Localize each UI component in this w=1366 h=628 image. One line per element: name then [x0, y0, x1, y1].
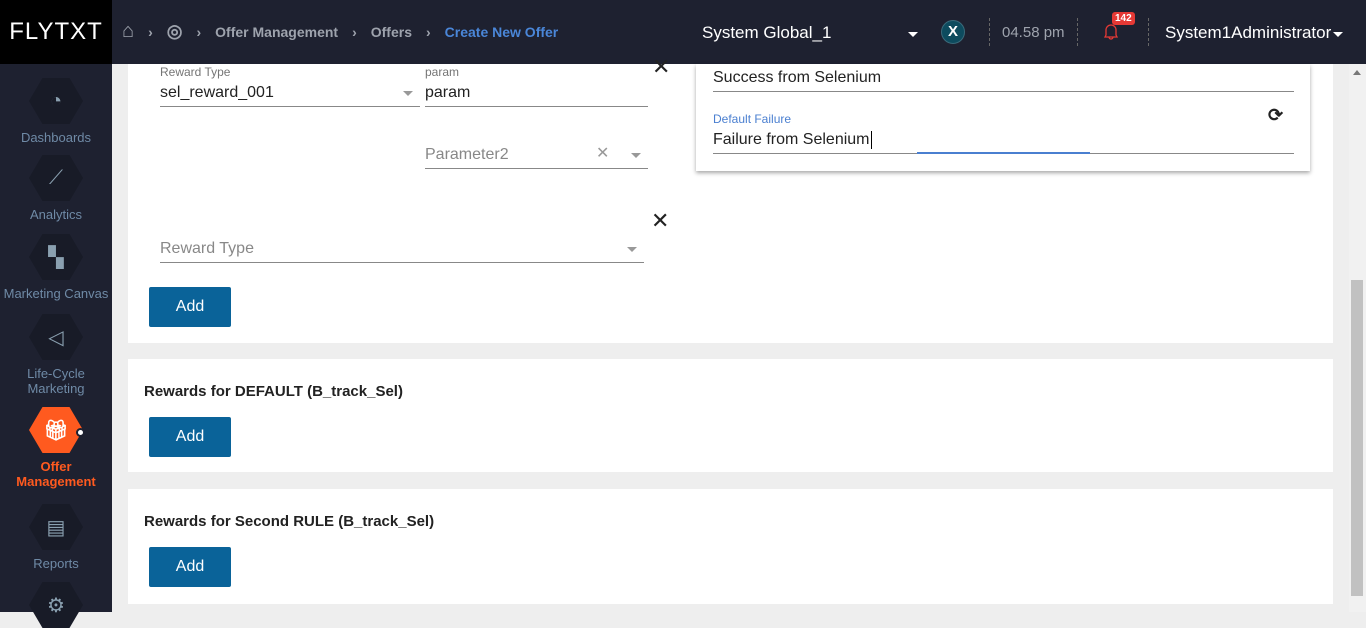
sidebar-item-dashboards[interactable]: ◔ Dashboards — [0, 78, 112, 145]
sidebar-item-label: Life-Cycle Marketing — [27, 366, 85, 396]
scroll-up-icon[interactable] — [1353, 70, 1361, 75]
sidebar-item-label: Marketing Canvas — [3, 286, 109, 301]
underline — [425, 168, 648, 169]
close-icon[interactable]: ✕ — [651, 210, 669, 232]
system-selector[interactable]: System Global_1 — [702, 23, 831, 43]
top-bar: FLYTXT ⌂ › ◎ › Offer Management › Offers › C… — [0, 0, 1366, 64]
sidebar-item-settings[interactable]: ⚙ — [0, 582, 112, 628]
target-icon[interactable]: ◎ — [167, 21, 183, 42]
refresh-search-icon[interactable]: ⟳ — [1268, 106, 1283, 124]
logo[interactable]: FLYTXT — [0, 0, 112, 64]
scrollbar-thumb[interactable] — [1351, 280, 1363, 596]
underline — [425, 106, 648, 107]
sidebar-item-label: Dashboards — [20, 130, 92, 145]
clock: 04.58 pm — [1002, 24, 1065, 41]
reward-type-select[interactable]: sel_reward_001 — [160, 84, 274, 102]
sidebar-item-analytics[interactable]: ⟋ Analytics — [0, 155, 112, 222]
divider — [1148, 18, 1149, 46]
section-title: Rewards for DEFAULT (B_track_Sel) — [144, 383, 403, 400]
focus-underline — [917, 152, 1090, 154]
add-default-reward-button[interactable]: Add — [149, 417, 231, 457]
breadcrumb-offers[interactable]: Offers — [371, 24, 412, 40]
sidebar-item-label: Reports — [33, 556, 79, 571]
breadcrumb-create-new-offer: Create New Offer — [444, 23, 559, 40]
user-menu[interactable]: System1Administrator — [1165, 23, 1331, 43]
report-icon: ▤ — [29, 504, 83, 550]
sidebar-item-offer-management[interactable]: 🎁︎ Offer Management — [0, 407, 112, 489]
default-failure-input[interactable]: Failure from Selenium — [713, 131, 872, 149]
divider — [1077, 18, 1078, 46]
underline — [713, 91, 1294, 92]
clear-icon[interactable]: ✕ — [596, 146, 609, 162]
x-app-icon[interactable]: X — [941, 20, 965, 44]
default-failure-label: Default Failure — [713, 112, 792, 126]
active-indicator — [76, 428, 85, 437]
gear-icon: ⚙ — [29, 582, 83, 628]
chevron-down-icon[interactable] — [631, 153, 641, 158]
sidebar-item-life-cycle-marketing[interactable]: ◁ Life-Cycle Marketing — [0, 314, 112, 396]
notification-badge: 142 — [1112, 12, 1135, 25]
chevron-down-icon[interactable] — [908, 32, 918, 37]
scrollbar[interactable] — [1349, 64, 1366, 612]
close-icon[interactable]: ✕ — [652, 56, 670, 78]
home-icon[interactable]: ⌂ — [122, 20, 134, 43]
gift-icon: 🎁︎ — [29, 407, 83, 453]
add-second-rule-reward-button[interactable]: Add — [149, 547, 231, 587]
flow-icon: ▚ — [29, 234, 83, 280]
sidebar-item-reports[interactable]: ▤ Reports — [0, 504, 112, 571]
bell-icon[interactable] — [1101, 22, 1121, 42]
default-messages-panel: Success from Selenium Default Failure Fa… — [696, 64, 1310, 171]
gauge-icon: ◔ — [29, 78, 83, 124]
param-input[interactable]: param — [425, 84, 470, 102]
breadcrumb-offer-management[interactable]: Offer Management — [215, 24, 338, 40]
chevron-down-icon[interactable] — [627, 247, 637, 252]
reward-type-select-empty[interactable]: Reward Type — [160, 240, 254, 258]
underline — [160, 262, 644, 263]
section-title: Rewards for Second RULE (B_track_Sel) — [144, 513, 435, 530]
underline — [160, 106, 420, 107]
reward-type-label: Reward Type — [160, 65, 231, 79]
sidebar-item-marketing-canvas[interactable]: ▚ Marketing Canvas — [0, 234, 112, 301]
rewards-default-card: Rewards for DEFAULT (B_track_Sel) Add — [128, 359, 1333, 472]
success-message-input[interactable]: Success from Selenium — [713, 69, 881, 87]
megaphone-icon: ◁ — [29, 314, 83, 360]
add-reward-button[interactable]: Add — [149, 287, 231, 327]
param-label: param — [425, 65, 460, 79]
sidebar-item-label: Analytics — [29, 207, 83, 222]
chevron-down-icon[interactable] — [403, 91, 413, 96]
breadcrumb: ⌂ › ◎ › Offer Management › Offers › Create N… — [122, 20, 559, 43]
divider — [989, 18, 990, 46]
rewards-second-rule-card: Rewards for Second RULE (B_track_Sel) Ad… — [128, 489, 1333, 604]
sidebar-item-label: Offer Management — [16, 459, 96, 489]
line-chart-icon: ⟋ — [29, 155, 83, 201]
sidebar: ◔ Dashboards ⟋ Analytics ▚ Marketing Canvas… — [0, 64, 112, 628]
chevron-down-icon[interactable] — [1333, 32, 1343, 37]
parameter2-select[interactable]: Parameter2 — [425, 146, 509, 164]
